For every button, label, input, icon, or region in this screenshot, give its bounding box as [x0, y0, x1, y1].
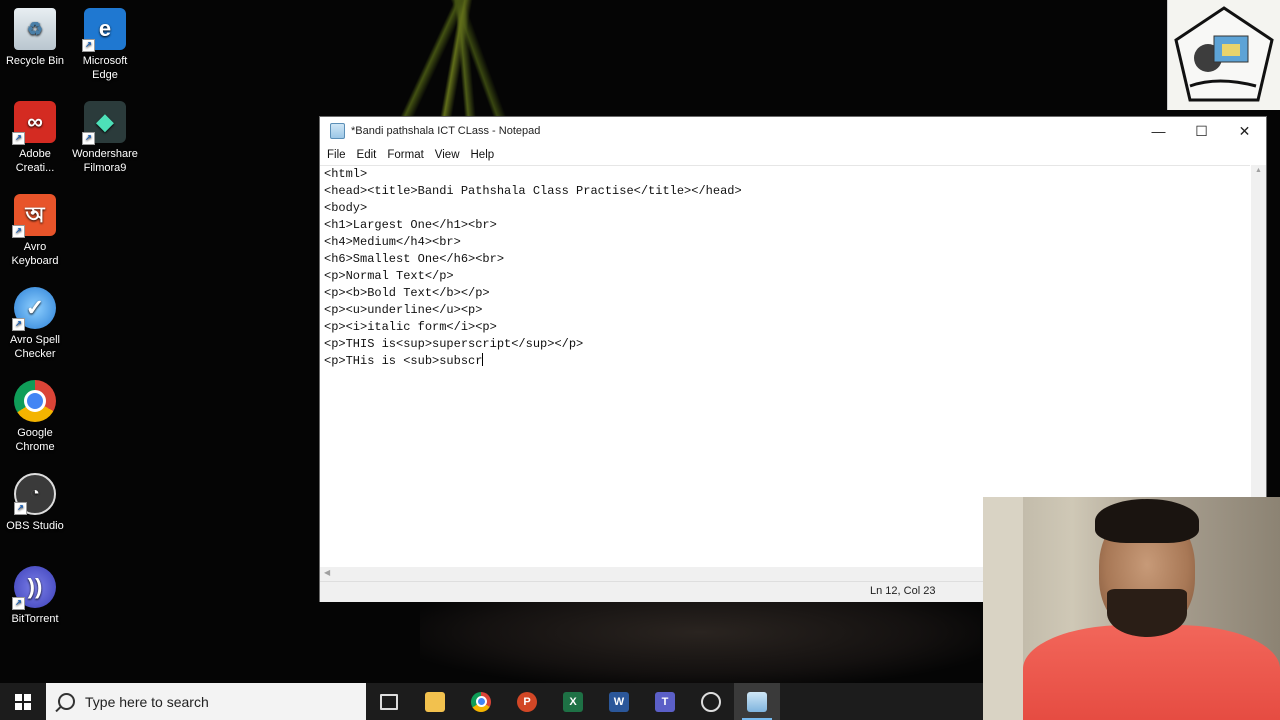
taskbar-excel[interactable]: X	[550, 683, 596, 720]
menu-bar: File Edit Format View Help	[320, 145, 1266, 165]
code-line: <body>	[324, 201, 368, 215]
text-caret	[482, 353, 484, 366]
desktop-icon-label: Adobe Creati...	[15, 148, 55, 174]
title-bar[interactable]: *Bandi pathshala ICT CLass - Notepad — ☐…	[320, 117, 1266, 145]
desktop-icon-google-chrome[interactable]: Google Chrome	[0, 380, 70, 454]
desktop-icon-label: Google Chrome	[15, 427, 55, 453]
recycle-bin-icon: ♻	[14, 8, 56, 50]
code-line-current: <p>THis is <sub>subscr	[320, 353, 1250, 370]
desktop-icon-bittorrent[interactable]: )) ↗ BitTorrent	[0, 566, 70, 626]
menu-view[interactable]: View	[431, 149, 467, 161]
code-line: <h1>Largest One</h1><br>	[324, 218, 497, 232]
code-line: <p>Normal Text</p>	[324, 269, 454, 283]
taskbar-notepad[interactable]	[734, 683, 780, 720]
menu-help[interactable]: Help	[467, 149, 502, 161]
desktop-icon-avro-spell-checker[interactable]: ✓ ↗ Avro Spell Checker	[0, 287, 70, 361]
task-view-icon	[380, 693, 398, 710]
presenter-shirt	[1023, 625, 1280, 720]
desktop-icon-label: OBS Studio	[6, 520, 64, 532]
presenter-hair	[1095, 499, 1199, 543]
obs-studio-icon	[701, 691, 721, 712]
teams-icon: T	[655, 691, 675, 712]
desktop-icon-obs-studio[interactable]: ◔ ↗ OBS Studio	[0, 473, 70, 533]
code-line: <p><i>italic form</i><p>	[324, 320, 497, 334]
taskbar: Type here to search P X W T	[0, 683, 983, 720]
notepad-icon	[330, 123, 345, 139]
search-icon	[58, 693, 75, 710]
powerpoint-icon: P	[517, 691, 537, 712]
desktop-icon-label: Recycle Bin	[5, 55, 65, 67]
desktop-icon-avro-keyboard[interactable]: অ ↗ Avro Keyboard	[0, 194, 70, 268]
avro-spell-checker-icon: ✓ ↗	[12, 287, 56, 331]
scroll-left-arrow-icon[interactable]: ◀	[324, 568, 330, 577]
filmora-icon: ◆ ↗	[82, 101, 126, 145]
code-line: <head><title>Bandi Pathshala Class Pract…	[324, 184, 742, 198]
word-icon: W	[609, 691, 629, 712]
taskbar-powerpoint[interactable]: P	[504, 683, 550, 720]
code-line: <p>THIS is<sup>superscript</sup></p>	[324, 337, 584, 351]
webcam-background	[983, 497, 1023, 720]
webcam-overlay	[983, 497, 1280, 720]
chrome-icon	[14, 380, 56, 422]
obs-studio-icon: ◔ ↗	[14, 473, 56, 515]
menu-edit[interactable]: Edit	[353, 149, 384, 161]
taskbar-task-view[interactable]	[366, 683, 412, 720]
excel-icon: X	[563, 691, 583, 712]
desktop-icon-label: Avro Keyboard	[11, 241, 59, 267]
minimize-icon: —	[1151, 123, 1166, 139]
taskbar-teams[interactable]: T	[642, 683, 688, 720]
cursor-position: Ln 12, Col 23	[870, 585, 936, 597]
menu-file[interactable]: File	[323, 149, 353, 161]
code-line: <p><u>underline</u><p>	[324, 303, 483, 317]
close-icon: ✕	[1238, 122, 1251, 139]
adobe-creative-cloud-icon: ∞ ↗	[12, 101, 56, 145]
code-line: <h6>Smallest One</h6><br>	[324, 252, 505, 266]
window-title: *Bandi pathshala ICT CLass - Notepad	[351, 125, 541, 137]
taskbar-obs-studio[interactable]	[688, 683, 734, 720]
desktop-icon-recycle-bin[interactable]: ♻ Recycle Bin	[0, 8, 70, 68]
channel-logo	[1167, 0, 1280, 110]
wallpaper-plant	[360, 0, 540, 120]
menu-format[interactable]: Format	[383, 149, 430, 161]
scroll-up-arrow-icon[interactable]: ▲	[1255, 167, 1262, 174]
notepad-icon	[747, 691, 767, 712]
taskbar-word[interactable]: W	[596, 683, 642, 720]
desktop-icon-adobe-creative[interactable]: ∞ ↗ Adobe Creati...	[0, 101, 70, 175]
code-line: <h4>Medium</h4><br>	[324, 235, 461, 249]
desktop-icon-label: Avro Spell Checker	[10, 334, 60, 360]
windows-logo-icon	[15, 693, 31, 710]
bittorrent-icon: )) ↗	[12, 566, 56, 610]
presenter-beard	[1107, 589, 1187, 637]
wallpaper-floor	[420, 598, 980, 684]
minimize-button[interactable]: —	[1137, 117, 1180, 145]
edge-icon: e ↗	[82, 8, 126, 52]
channel-logo-graphic	[1174, 6, 1274, 102]
desktop-icon-label: Wondershare Filmora9	[72, 148, 138, 174]
search-placeholder: Type here to search	[85, 693, 209, 710]
maximize-button[interactable]: ☐	[1180, 117, 1223, 145]
close-button[interactable]: ✕	[1223, 117, 1266, 145]
taskbar-google-chrome[interactable]	[458, 683, 504, 720]
desktop-icon-microsoft-edge[interactable]: e ↗ Microsoft Edge	[70, 8, 140, 82]
taskbar-file-explorer[interactable]	[412, 683, 458, 720]
maximize-icon: ☐	[1195, 122, 1208, 139]
start-button[interactable]	[0, 683, 46, 720]
desktop-icon-label: BitTorrent	[11, 613, 59, 625]
current-line-text: <p>THis is <sub>subscr	[324, 354, 483, 368]
code-line: <p><b>Bold Text</b></p>	[324, 286, 490, 300]
taskbar-search[interactable]: Type here to search	[46, 683, 366, 720]
chrome-icon	[471, 691, 491, 712]
avro-keyboard-icon: অ ↗	[12, 194, 56, 238]
desktop-icon-label: Microsoft Edge	[82, 55, 128, 81]
desktop-icon-wondershare-filmora[interactable]: ◆ ↗ Wondershare Filmora9	[70, 101, 140, 175]
file-explorer-icon	[425, 691, 445, 712]
code-line: <html>	[324, 167, 368, 181]
